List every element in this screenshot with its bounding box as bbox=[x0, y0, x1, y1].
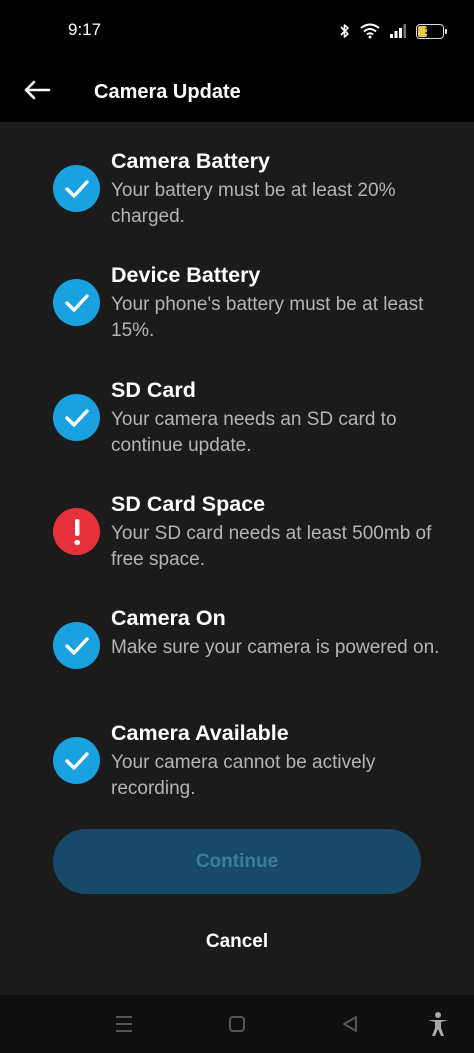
checklist-item: Camera Battery Your battery must be at le… bbox=[0, 149, 474, 249]
home-icon[interactable] bbox=[223, 1011, 251, 1037]
check-icon bbox=[53, 737, 100, 784]
status-bar: 9:17 38 bbox=[0, 0, 474, 62]
checklist-item: Camera On Make sure your camera is powere… bbox=[0, 606, 474, 706]
checklist-item-title: SD Card bbox=[111, 378, 196, 402]
bluetooth-icon bbox=[340, 23, 350, 39]
checklist-item-description: Your battery must be at least 20% charge… bbox=[111, 180, 396, 227]
check-icon bbox=[53, 165, 100, 212]
checklist-item-title: Camera Battery bbox=[111, 149, 270, 173]
status-time: 9:17 bbox=[68, 20, 102, 39]
checklist-item: Device Battery Your phone's battery must … bbox=[0, 263, 474, 363]
app-header: Camera Update bbox=[0, 62, 474, 122]
checklist-item-description: Your SD card needs at least 500mb of fre… bbox=[111, 523, 432, 570]
check-icon bbox=[53, 622, 100, 669]
checklist-item-description: Your camera cannot be actively recording… bbox=[111, 752, 376, 799]
page-title: Camera Update bbox=[94, 80, 241, 103]
checklist-item-title: Camera On bbox=[111, 606, 226, 630]
status-icons: 38 bbox=[340, 23, 447, 39]
signal-icon bbox=[390, 24, 406, 38]
checklist-item-description: Your camera needs an SD card to continue… bbox=[111, 409, 397, 456]
wifi-icon bbox=[360, 23, 380, 39]
continue-button[interactable]: Continue bbox=[53, 829, 421, 894]
checklist-item-title: Device Battery bbox=[111, 263, 261, 287]
accessibility-icon[interactable] bbox=[424, 1011, 452, 1037]
back-icon[interactable] bbox=[336, 1011, 364, 1037]
checklist-item-description: Your phone's battery must be at least 15… bbox=[111, 294, 424, 341]
arrow-left-icon bbox=[23, 80, 51, 105]
system-nav-bar bbox=[0, 995, 474, 1053]
battery-level: 38 bbox=[424, 26, 435, 36]
checklist-item-description: Make sure your camera is powered on. bbox=[111, 637, 440, 658]
battery-icon: 38 bbox=[416, 23, 447, 39]
cancel-button[interactable]: Cancel bbox=[162, 922, 312, 962]
recents-icon[interactable] bbox=[110, 1011, 138, 1037]
check-icon bbox=[53, 394, 100, 441]
checklist-item: SD Card Your camera needs an SD card to c… bbox=[0, 378, 474, 478]
check-icon bbox=[53, 279, 100, 326]
checklist-item-title: SD Card Space bbox=[111, 492, 266, 516]
error-icon bbox=[53, 508, 100, 555]
checklist-item: SD Card Space Your SD card needs at least… bbox=[0, 492, 474, 592]
checklist-item: Camera Available Your camera cannot be ac… bbox=[0, 721, 474, 821]
battery-tip bbox=[445, 28, 447, 34]
checklist-item-title: Camera Available bbox=[111, 721, 289, 745]
back-button[interactable] bbox=[0, 62, 70, 122]
